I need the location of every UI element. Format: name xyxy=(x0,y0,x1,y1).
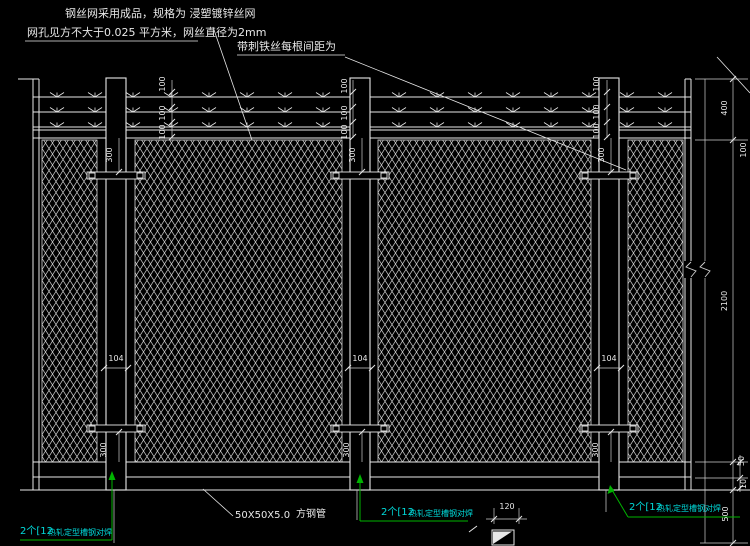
dim-wire-spacing: 100 xyxy=(593,123,601,138)
dim-wire-spacing: 100 xyxy=(341,124,349,139)
mesh-panel xyxy=(135,140,342,462)
drawing-canvas xyxy=(0,0,750,546)
dim-wire-spacing: 100 xyxy=(341,105,349,120)
dim-10: 10 xyxy=(740,479,748,489)
note-mesh-spec-2: 网孔见方不大于0.025 平方米，网丝直径为2mm xyxy=(27,27,266,38)
dim-wire-spacing: 100 xyxy=(159,76,167,91)
mesh-panel xyxy=(42,140,97,462)
dim-wire-spacing: 100 xyxy=(593,76,601,91)
mesh-panel xyxy=(378,140,591,462)
dim-post-top-300: 300 xyxy=(349,147,357,162)
dim-100-rail: 100 xyxy=(740,142,748,157)
dim-50: 50 xyxy=(738,456,746,466)
dim-wire-spacing: 100 xyxy=(159,124,167,139)
dim-post-width-104: 104 xyxy=(108,355,123,363)
break-marks xyxy=(684,261,712,278)
note-mesh-spec-1: 钢丝网采用成品，规格为 浸塑镀锌丝网 xyxy=(65,8,256,19)
tube-size-label: 50X50X5.0 xyxy=(235,511,290,521)
dim-post-bottom-300: 300 xyxy=(343,442,351,457)
dim-post-width-104: 104 xyxy=(352,355,367,363)
dim-wire-spacing: 100 xyxy=(593,104,601,119)
dim-wire-spacing: 100 xyxy=(341,78,349,93)
dim-500: 500 xyxy=(722,506,730,521)
dim-2100: 2100 xyxy=(721,291,729,311)
weld-note-text: 热轧定型槽钢对焊 xyxy=(657,505,721,513)
mesh-panel xyxy=(628,140,683,462)
fence-elevation-drawing: 钢丝网采用成品，规格为 浸塑镀锌丝网 网孔见方不大于0.025 平方米，网丝直径… xyxy=(0,0,750,546)
dim-post-bottom-300: 300 xyxy=(592,442,600,457)
dim-post-top-300: 300 xyxy=(598,147,606,162)
tube-name-label: 方钢管 xyxy=(296,510,326,520)
note-barbed-wire: 带刺铁丝每根间距为 xyxy=(237,41,336,52)
dim-wire-spacing: 100 xyxy=(159,105,167,120)
dim-400: 400 xyxy=(721,100,729,115)
anchor-detail xyxy=(492,530,514,545)
dim-post-width-104: 104 xyxy=(601,355,616,363)
dim-post-bottom-300: 300 xyxy=(100,442,108,457)
weld-note-text: 热轧定型槽钢对焊 xyxy=(48,529,112,537)
dim-120: 120 xyxy=(499,503,514,511)
dim-post-top-300: 300 xyxy=(106,147,114,162)
weld-note-text: 热轧定型槽钢对焊 xyxy=(409,510,473,518)
